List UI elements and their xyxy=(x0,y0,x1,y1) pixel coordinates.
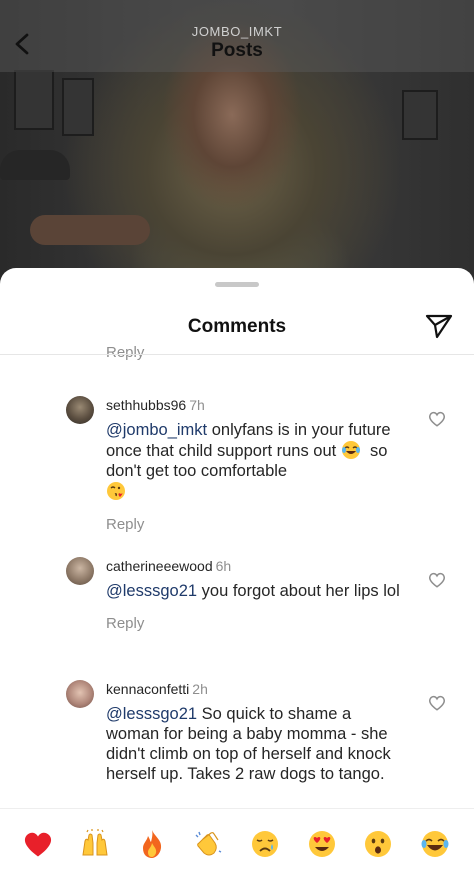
heart-outline-icon xyxy=(429,572,445,588)
hand-shape xyxy=(30,215,150,245)
comment-time: 6h xyxy=(215,558,232,574)
comment-text-part: you forgot about her lips lol xyxy=(201,582,400,600)
avatar[interactable] xyxy=(66,680,94,708)
sheet-divider xyxy=(0,354,474,355)
top-header: JOMBO_IMKT Posts xyxy=(0,0,474,72)
lamp-shape xyxy=(0,150,70,180)
comment-time: 2h xyxy=(192,681,208,697)
partial-reply-button[interactable]: Reply xyxy=(106,344,144,361)
comment-meta: catherineeewood 6h xyxy=(106,557,406,575)
reply-button[interactable]: Reply xyxy=(106,615,406,632)
like-comment-button[interactable] xyxy=(428,571,446,589)
surprised-face-emoji[interactable] xyxy=(363,829,393,859)
sheet-drag-handle[interactable] xyxy=(215,282,259,287)
comment-username[interactable]: kennaconfetti xyxy=(106,681,189,697)
comment-body: catherineeewood 6h @lesssgo21 you forgot … xyxy=(106,557,406,632)
like-comment-button[interactable] xyxy=(428,694,446,712)
red-heart-emoji[interactable] xyxy=(23,829,53,859)
avatar[interactable] xyxy=(66,557,94,585)
comment-body: kennaconfetti 2h @lesssgo21 So quick to s… xyxy=(106,680,406,784)
comment-time: 7h xyxy=(189,397,205,413)
wall-frame xyxy=(402,90,438,140)
share-button[interactable] xyxy=(424,312,454,340)
comment-username[interactable]: catherineeewood xyxy=(106,558,213,574)
wall-frame xyxy=(14,70,54,130)
clapping-hands-emoji[interactable] xyxy=(193,829,223,859)
reply-button[interactable]: Reply xyxy=(106,516,406,533)
comment-text: @jombo_imkt onlyfans is in your future o… xyxy=(106,420,406,502)
laughing-tears-emoji[interactable] xyxy=(420,829,450,859)
kiss-heart-emoji xyxy=(106,481,126,501)
comment-text: @lesssgo21 So quick to shame a woman for… xyxy=(106,704,406,784)
comment-text: @lesssgo21 you forgot about her lips lol xyxy=(106,581,406,601)
mention-link[interactable]: @lesssgo21 xyxy=(106,582,197,600)
avatar[interactable] xyxy=(66,396,94,424)
like-comment-button[interactable] xyxy=(428,410,446,428)
comments-title: Comments xyxy=(187,316,287,337)
wall-frame xyxy=(62,78,94,136)
paper-plane-icon xyxy=(425,314,453,339)
quick-emoji-bar xyxy=(0,808,474,871)
comment-username[interactable]: sethhubbs96 xyxy=(106,397,186,413)
comment-meta: kennaconfetti 2h xyxy=(106,680,406,698)
crying-face-emoji[interactable] xyxy=(250,829,280,859)
header-username: JOMBO_IMKT xyxy=(191,24,283,39)
heart-outline-icon xyxy=(429,695,445,711)
heart-eyes-emoji[interactable] xyxy=(307,829,337,859)
mention-link[interactable]: @lesssgo21 xyxy=(106,705,197,723)
laughing-tears-emoji xyxy=(341,440,361,460)
comment-meta: sethhubbs96 7h xyxy=(106,396,406,414)
comment-body: sethhubbs96 7h @jombo_imkt onlyfans is in… xyxy=(106,396,406,533)
heart-outline-icon xyxy=(429,411,445,427)
raised-hands-emoji[interactable] xyxy=(80,829,110,859)
mention-link[interactable]: @jombo_imkt xyxy=(106,421,207,439)
page-title: Posts xyxy=(211,40,263,61)
fire-emoji[interactable] xyxy=(137,829,167,859)
